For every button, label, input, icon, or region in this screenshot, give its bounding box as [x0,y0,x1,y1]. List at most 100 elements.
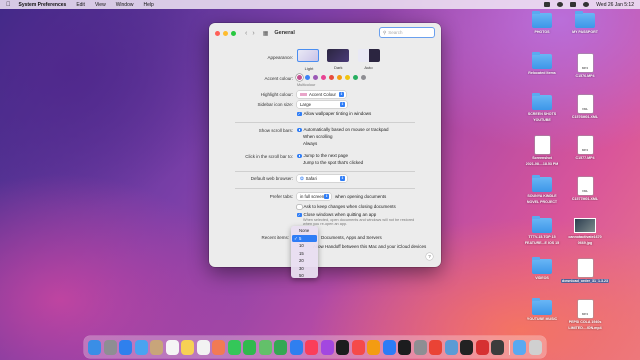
recent-items-menu-item[interactable]: None [291,227,318,235]
dock-app-icon[interactable] [413,339,427,355]
dock-app-icon[interactable] [475,339,489,355]
ask-keep-changes-label: Ask to keep changes when closing documen… [303,204,396,209]
recent-items-menu-item[interactable]: 15 [291,250,318,258]
document-file-icon: XML [577,177,593,195]
dock-app-icon[interactable] [289,339,303,355]
scroll-bars-option-always-label: Always [303,141,318,146]
accent-colour-swatch[interactable] [305,75,310,81]
accent-colour-swatch[interactable] [329,75,334,81]
search-field[interactable]: ⚲ Search [379,27,435,38]
accent-colour-swatch[interactable] [297,75,302,81]
dock-app-icon[interactable] [367,339,381,355]
radio-on-icon [297,153,302,159]
desktop-item[interactable]: XML C1577M01.XML [560,177,610,201]
dock-app-icon[interactable] [491,339,505,355]
dock-app-icon[interactable] [119,339,133,355]
dock-app-icon[interactable] [444,339,458,355]
recent-items-menu-item[interactable]: 10 [291,242,318,250]
dock-app-icon[interactable] [212,339,226,355]
control-center-icon[interactable] [570,2,577,7]
menu-view[interactable]: View [95,2,106,8]
desktop-item[interactable]: XML C1576M01.XML [560,95,610,119]
help-button[interactable]: ? [426,253,433,260]
close-window-button[interactable] [215,30,220,36]
scroll-bars-option-auto[interactable]: Automatically based on mouse or trackpad [297,127,389,133]
desktop-item[interactable]: MP4 PEPSI COLA 1940s LIMITED....ION.mp4 [560,300,610,331]
dock-app-icon[interactable] [320,339,334,355]
spotlight-icon[interactable] [583,2,590,7]
dock-app-icon[interactable] [513,339,527,355]
menu-help[interactable]: Help [143,2,153,8]
click-scroll-option-spot[interactable]: Jump to the spot that's clicked [303,160,363,165]
dock-app-icon[interactable] [150,339,164,355]
screen-record-icon[interactable] [544,2,551,7]
dock-app-icon[interactable] [196,339,210,355]
zoom-window-button[interactable] [231,30,236,36]
ask-keep-changes-checkbox[interactable]: Ask to keep changes when closing documen… [297,204,396,210]
dock-app-icon[interactable] [103,339,117,355]
desktop-item[interactable]: MP4 C1577.MP4 [560,136,610,160]
menu-item-label: 20 [299,258,304,263]
appearance-auto-label: Auto [364,65,373,70]
apple-menu-icon[interactable]:  [6,2,11,8]
dock-app-icon[interactable] [243,339,257,355]
desktop-item-label: LIMITED....ION.mp4 [568,326,602,331]
menu-edit[interactable]: Edit [76,2,85,8]
menu-window[interactable]: Window [116,2,134,8]
recent-items-menu-item[interactable]: ✓ 5 [292,234,317,242]
dock-app-icon[interactable] [305,339,319,355]
desktop-item[interactable]: MY PASSPORT [560,11,610,34]
accent-colour-swatch[interactable] [361,75,366,81]
minimize-window-button[interactable] [223,30,228,36]
recent-items-menu-item[interactable]: 30 [291,265,318,273]
handoff-label[interactable]: Allow Handoff between this Mac and your … [313,244,426,249]
accent-colour-swatch[interactable] [337,75,342,81]
dock-app-icon[interactable] [382,339,396,355]
desktop-item[interactable]: MP4 C1576.MP4 [560,54,610,78]
dock-app-icon[interactable] [528,339,542,355]
dock-app-icon[interactable] [88,339,102,355]
accent-colour-swatch[interactable] [353,75,358,81]
scroll-bars-option-scrolling[interactable]: When scrolling [303,134,333,139]
wifi-icon[interactable] [557,2,564,7]
sidebar-icon-size-popup[interactable]: Large ⇕ [297,101,347,108]
appearance-dark-option[interactable]: Dark [327,49,350,70]
scroll-bars-option-always[interactable]: Always [303,141,317,146]
dock-app-icon[interactable] [181,339,195,355]
default-browser-popup[interactable]: ❂ Safari ⇕ [297,175,347,182]
dock-app-icon[interactable] [398,339,412,355]
highlight-colour-popup[interactable]: Accent Colour ⇕ [297,91,346,98]
accent-colour-swatch[interactable] [313,75,318,81]
accent-colour-swatch[interactable] [321,75,326,81]
dock-app-icon[interactable] [429,339,443,355]
dock-app-icon[interactable] [351,339,365,355]
desktop-item[interactable]: cannotactivate1670 0669.jpg [560,218,610,246]
popup-chevron-icon: ⇕ [339,92,344,97]
document-file-icon [534,136,550,154]
forward-arrow-icon[interactable]: › [252,30,254,37]
image-file-icon [574,218,596,233]
dock-app-icon[interactable] [460,339,474,355]
dock-app-icon[interactable] [336,339,350,355]
accent-colour-swatch[interactable] [345,75,350,81]
appearance-light-option[interactable]: Light [297,49,319,71]
click-scroll-option-next-page[interactable]: Jump to the next page [297,153,348,159]
close-windows-checkbox[interactable]: ✓ Close windows when quitting an app [297,212,376,218]
dock-app-icon[interactable] [274,339,288,355]
menubar-clock[interactable]: Wed 26 Jan 5:12 [596,2,634,8]
file-type-tag: MP4 [581,312,589,316]
prefer-tabs-popup[interactable]: in full screen ⇕ [297,193,331,200]
recent-items-menu-item[interactable]: 20 [291,257,318,265]
dock-app-icon[interactable] [165,339,179,355]
appearance-auto-option[interactable]: Auto [357,49,380,70]
recent-items-menu-item[interactable]: 50 [291,272,318,280]
folder-icon [532,257,552,274]
dock-app-icon[interactable] [258,339,272,355]
desktop-item[interactable]: download_order_31 1.3.23 [560,259,610,285]
menu-app-name[interactable]: System Preferences [19,2,67,8]
show-all-grid-icon[interactable]: ▦ [263,30,269,37]
back-arrow-icon[interactable]: ‹ [245,30,247,37]
dock-app-icon[interactable] [134,339,148,355]
dock-app-icon[interactable] [227,339,241,355]
wallpaper-tinting-checkbox[interactable]: ✓ Allow wallpaper tinting in windows [297,111,371,117]
